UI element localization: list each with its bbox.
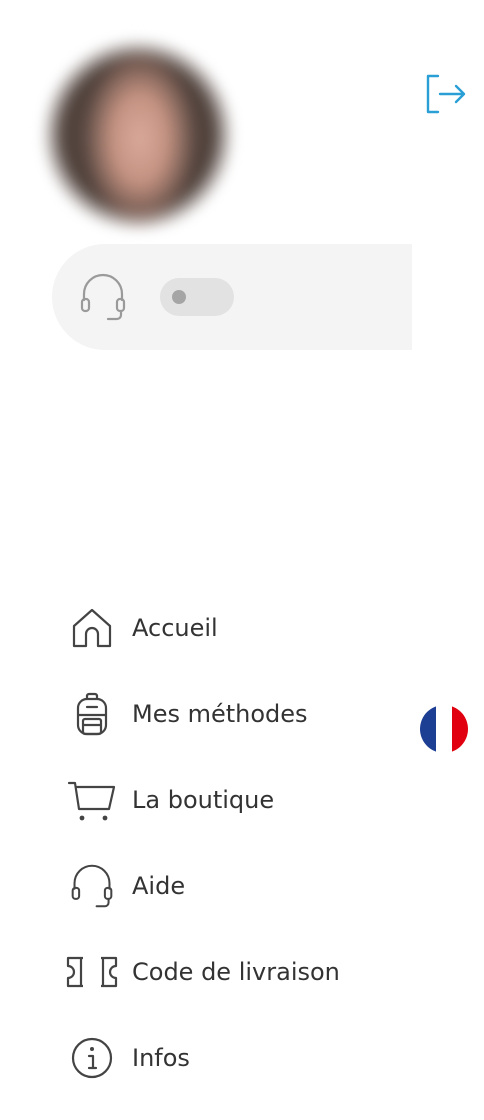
cart-icon — [66, 774, 118, 826]
menu-item-infos[interactable]: Infos — [66, 1015, 366, 1101]
side-menu-page: Accueil Mes méthodes La boutique Aide Co… — [0, 0, 484, 1120]
menu-item-label: Infos — [132, 1044, 190, 1072]
home-icon — [66, 602, 118, 654]
menu-item-mes-methodes[interactable]: Mes méthodes — [66, 671, 366, 757]
language-flag-button[interactable] — [420, 705, 468, 753]
support-toggle[interactable] — [160, 278, 234, 316]
menu-item-la-boutique[interactable]: La boutique — [66, 757, 366, 843]
menu-item-aide[interactable]: Aide — [66, 843, 366, 929]
flag-stripe-red — [452, 705, 468, 753]
user-avatar[interactable] — [43, 40, 233, 230]
ticket-icon — [66, 946, 118, 998]
menu-item-label: La boutique — [132, 786, 275, 814]
menu-item-accueil[interactable]: Accueil — [66, 585, 366, 671]
menu-item-label: Aide — [132, 872, 186, 900]
menu-item-label: Code de livraison — [132, 958, 340, 986]
menu-item-label: Accueil — [132, 614, 218, 642]
headset-icon — [80, 273, 126, 321]
menu-item-label: Mes méthodes — [132, 700, 308, 728]
flag-stripe-white — [436, 705, 452, 753]
flag-stripe-blue — [420, 705, 436, 753]
support-panel — [52, 244, 412, 350]
backpack-icon — [66, 688, 118, 740]
main-menu: Accueil Mes méthodes La boutique Aide Co… — [66, 585, 366, 1101]
logout-icon — [426, 74, 466, 114]
info-icon — [66, 1032, 118, 1084]
menu-item-code-de-livraison[interactable]: Code de livraison — [66, 929, 366, 1015]
toggle-knob — [172, 290, 186, 304]
headset-icon — [66, 860, 118, 912]
logout-button[interactable] — [424, 72, 468, 116]
